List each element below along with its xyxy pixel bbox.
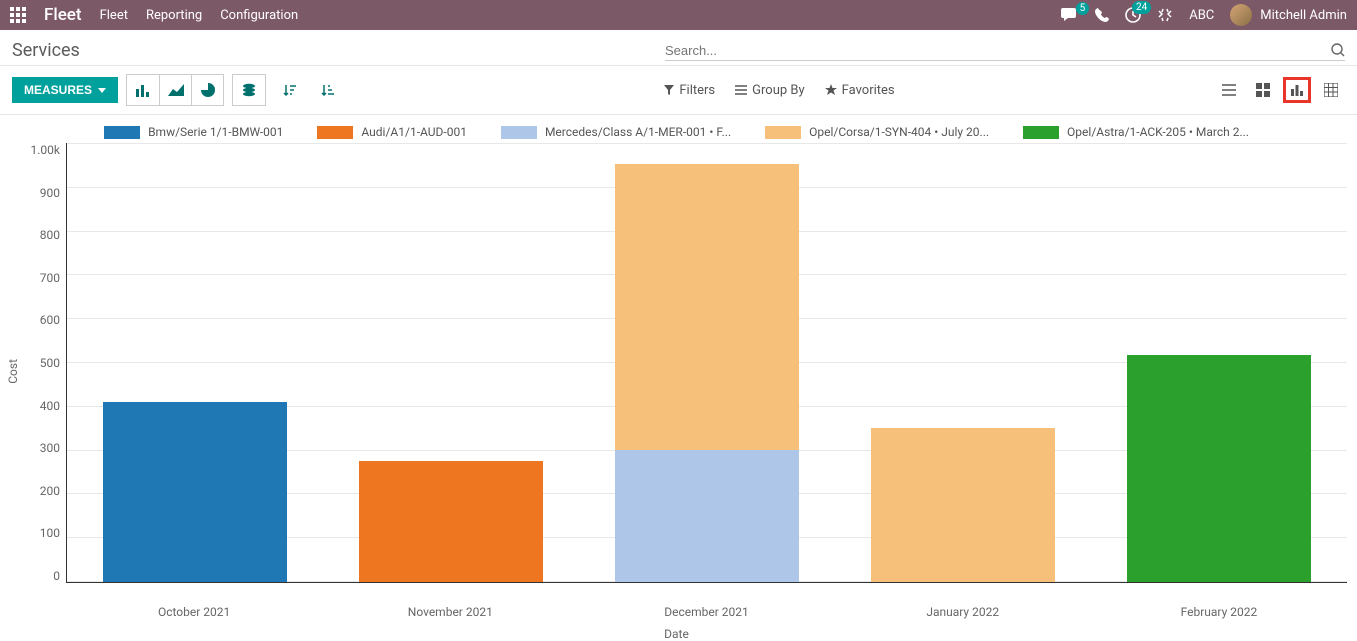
x-tick: February 2022 bbox=[1091, 599, 1347, 619]
chart: Bmw/Serie 1/1-BMW-001 Audi/A1/1-AUD-001 Me… bbox=[0, 115, 1357, 641]
apps-icon[interactable] bbox=[10, 7, 26, 23]
plot-area bbox=[66, 143, 1347, 583]
bar-stack[interactable] bbox=[103, 402, 287, 582]
bar-stack[interactable] bbox=[359, 461, 543, 582]
filters-button[interactable]: Filters bbox=[664, 83, 715, 98]
stacked-icon[interactable] bbox=[233, 75, 265, 105]
nav-fleet[interactable]: Fleet bbox=[100, 8, 128, 23]
legend-item[interactable]: Mercedes/Class A/1-MER-001 • F... bbox=[501, 125, 731, 139]
y-tick: 400 bbox=[40, 399, 60, 413]
legend-label: Bmw/Serie 1/1-BMW-001 bbox=[148, 125, 283, 139]
bar-group bbox=[1091, 143, 1347, 582]
bar-segment[interactable] bbox=[103, 402, 287, 582]
legend-item[interactable]: Opel/Astra/1-ACK-205 • March 2... bbox=[1023, 125, 1249, 139]
favorites-button[interactable]: Favorites bbox=[825, 83, 895, 98]
y-axis: 1.00k 900 800 700 600 500 400 300 200 100 0 bbox=[22, 143, 66, 583]
bar-stack[interactable] bbox=[615, 164, 799, 582]
y-tick: 800 bbox=[40, 228, 60, 242]
phone-icon[interactable] bbox=[1095, 8, 1109, 22]
measures-button[interactable]: MEASURES bbox=[12, 77, 118, 103]
y-tick: 200 bbox=[40, 484, 60, 498]
bar-segment[interactable] bbox=[871, 428, 1055, 582]
x-axis-label: Date bbox=[6, 627, 1347, 641]
avatar bbox=[1230, 4, 1252, 26]
bar-group bbox=[67, 143, 323, 582]
bar-stack[interactable] bbox=[871, 428, 1055, 582]
x-tick: November 2021 bbox=[322, 599, 578, 619]
user-name: Mitchell Admin bbox=[1260, 8, 1347, 23]
bar-segment[interactable] bbox=[1127, 355, 1311, 582]
list-icon bbox=[735, 85, 747, 95]
legend-item[interactable]: Audi/A1/1-AUD-001 bbox=[317, 125, 467, 139]
y-axis-label: Cost bbox=[6, 359, 22, 384]
y-tick: 600 bbox=[40, 313, 60, 327]
messages-icon[interactable]: 5 bbox=[1061, 8, 1079, 22]
pie-chart-icon[interactable] bbox=[191, 75, 223, 105]
sort-asc-icon[interactable] bbox=[312, 75, 344, 105]
legend-label: Opel/Astra/1-ACK-205 • March 2... bbox=[1067, 125, 1249, 139]
kanban-view-icon[interactable] bbox=[1249, 77, 1277, 103]
legend: Bmw/Serie 1/1-BMW-001 Audi/A1/1-AUD-001 Me… bbox=[6, 125, 1347, 139]
list-view-icon[interactable] bbox=[1215, 77, 1243, 103]
funnel-icon bbox=[664, 85, 674, 95]
line-chart-icon[interactable] bbox=[159, 75, 191, 105]
user-menu[interactable]: Mitchell Admin bbox=[1230, 4, 1347, 26]
legend-label: Audi/A1/1-AUD-001 bbox=[361, 125, 467, 139]
brand[interactable]: Fleet bbox=[44, 5, 82, 25]
legend-swatch bbox=[501, 126, 537, 139]
bar-segment[interactable] bbox=[615, 450, 799, 582]
legend-label: Opel/Corsa/1-SYN-404 • July 20... bbox=[809, 125, 989, 139]
y-tick: 500 bbox=[40, 356, 60, 370]
bar-group bbox=[323, 143, 579, 582]
y-tick: 900 bbox=[40, 186, 60, 200]
nav-reporting[interactable]: Reporting bbox=[146, 8, 202, 23]
bar-segment[interactable] bbox=[615, 164, 799, 450]
legend-item[interactable]: Opel/Corsa/1-SYN-404 • July 20... bbox=[765, 125, 989, 139]
sort-desc-icon[interactable] bbox=[274, 75, 306, 105]
bar-chart-icon[interactable] bbox=[127, 75, 159, 105]
debug-icon[interactable] bbox=[1157, 7, 1173, 23]
x-tick: October 2021 bbox=[66, 599, 322, 619]
search-wrap bbox=[665, 41, 1345, 61]
bar-group bbox=[579, 143, 835, 582]
nav-configuration[interactable]: Configuration bbox=[220, 8, 298, 23]
bar-group bbox=[835, 143, 1091, 582]
pivot-view-icon[interactable] bbox=[1317, 77, 1345, 103]
groupby-button[interactable]: Group By bbox=[735, 83, 805, 98]
y-tick: 700 bbox=[40, 271, 60, 285]
activities-icon[interactable]: 24 bbox=[1125, 7, 1141, 23]
bar-segment[interactable] bbox=[359, 461, 543, 582]
page-title: Services bbox=[12, 40, 80, 61]
graph-view-icon[interactable] bbox=[1283, 77, 1311, 103]
y-tick: 300 bbox=[40, 441, 60, 455]
legend-swatch bbox=[765, 126, 801, 139]
search-input[interactable] bbox=[665, 43, 1331, 58]
y-tick: 1.00k bbox=[31, 143, 60, 157]
legend-label: Mercedes/Class A/1-MER-001 • F... bbox=[545, 125, 731, 139]
legend-swatch bbox=[317, 126, 353, 139]
x-tick: December 2021 bbox=[578, 599, 834, 619]
y-tick: 100 bbox=[40, 526, 60, 540]
caret-down-icon bbox=[98, 88, 106, 93]
activities-badge: 24 bbox=[1132, 1, 1151, 14]
control-panel: MEASURES Filters Group By Favorites bbox=[0, 66, 1357, 115]
x-tick: January 2022 bbox=[835, 599, 1091, 619]
legend-swatch bbox=[104, 126, 140, 139]
measures-label: MEASURES bbox=[24, 83, 92, 97]
star-icon bbox=[825, 84, 837, 96]
messages-badge: 5 bbox=[1076, 2, 1090, 15]
navbar: Fleet Fleet Reporting Configuration 5 24… bbox=[0, 0, 1357, 30]
legend-swatch bbox=[1023, 126, 1059, 139]
breadcrumb-row: Services bbox=[0, 30, 1357, 66]
company-switcher[interactable]: ABC bbox=[1189, 8, 1214, 23]
x-axis: October 2021November 2021December 2021Ja… bbox=[66, 599, 1347, 619]
y-tick: 0 bbox=[53, 569, 60, 583]
legend-item[interactable]: Bmw/Serie 1/1-BMW-001 bbox=[104, 125, 283, 139]
bar-stack[interactable] bbox=[1127, 355, 1311, 582]
search-icon[interactable] bbox=[1331, 43, 1345, 57]
